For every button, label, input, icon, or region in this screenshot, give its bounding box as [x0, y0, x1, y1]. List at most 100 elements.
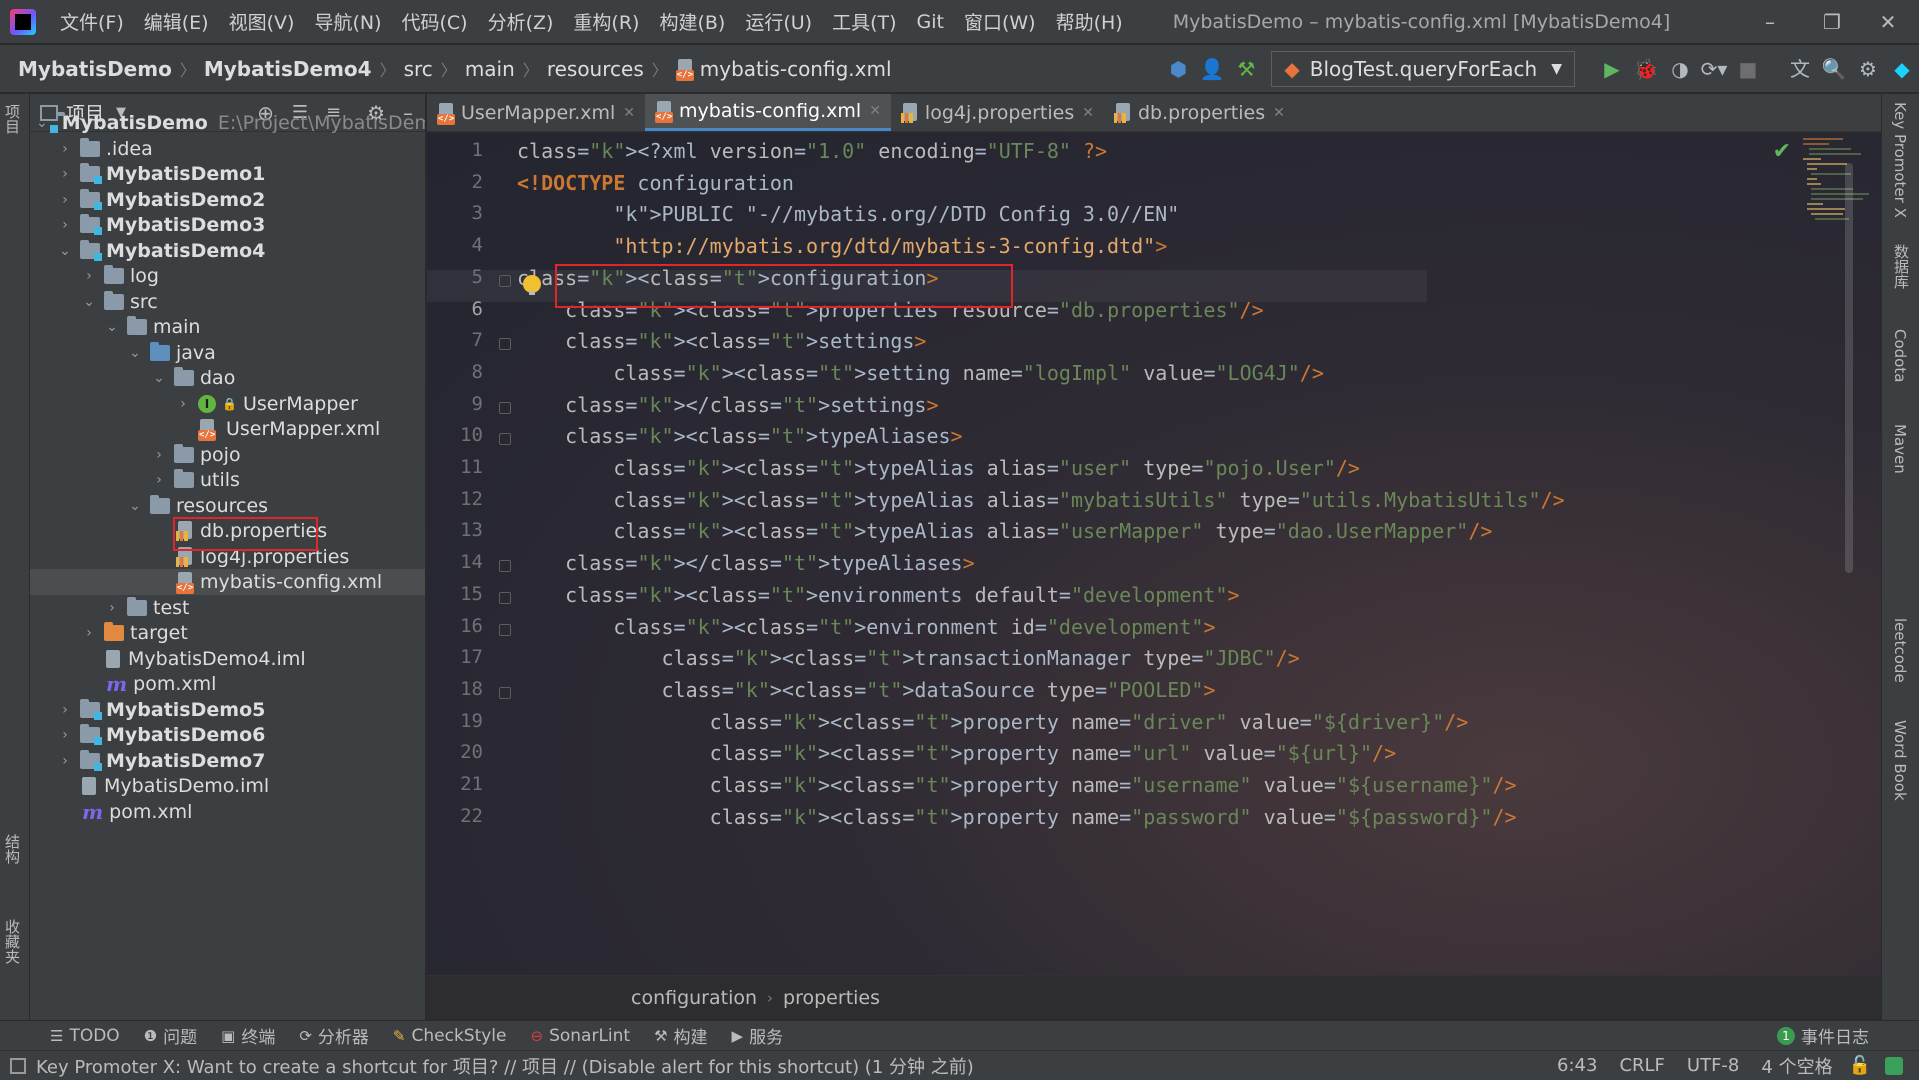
menu-code[interactable]: 代码(C)	[391, 8, 477, 35]
tree-item-test[interactable]: › test	[30, 595, 425, 621]
nav-crumb-project[interactable]: MybatisDemo	[18, 57, 172, 81]
tree-item-mybatisdemo6[interactable]: › MybatisDemo6	[30, 722, 425, 748]
nav-crumb-main[interactable]: main	[465, 57, 515, 81]
tree-item-mybatisdemo4[interactable]: ⌄ MybatisDemo4	[30, 238, 425, 264]
chevron-right-icon[interactable]: ›	[58, 727, 72, 743]
tree-item-db-properties[interactable]: db.properties	[30, 518, 425, 544]
chevron-down-icon[interactable]: ⌄	[105, 319, 119, 335]
chevron-down-icon[interactable]: ⌄	[82, 294, 96, 310]
chevron-down-icon[interactable]: ⌄	[152, 370, 166, 386]
fold-marker-icon[interactable]	[499, 591, 511, 604]
chevron-right-icon[interactable]: ›	[82, 625, 96, 641]
tab-mybatis-config-xml[interactable]: mybatis-config.xml ✕	[645, 94, 891, 131]
fold-marker-icon[interactable]	[499, 560, 511, 573]
menu-view[interactable]: 视图(V)	[219, 8, 305, 35]
project-tool-window-button[interactable]: 项目	[2, 104, 23, 134]
line-separator[interactable]: CRLF	[1619, 1055, 1664, 1076]
tree-item-dao[interactable]: ⌄ dao	[30, 365, 425, 391]
checkstyle-button[interactable]: ✎ CheckStyle	[393, 1026, 507, 1046]
tree-item-log4j-properties[interactable]: log4j.properties	[30, 544, 425, 570]
chevron-right-icon[interactable]: ›	[152, 472, 166, 488]
tree-item-project-root[interactable]: ⌄ MybatisDemo E:\Project\MybatisDemo	[30, 110, 425, 136]
menu-edit[interactable]: 编辑(E)	[134, 8, 219, 35]
close-icon[interactable]: ✕	[1273, 105, 1285, 121]
tree-item-mybatisdemo5[interactable]: › MybatisDemo5	[30, 697, 425, 723]
breadcrumb-configuration[interactable]: configuration	[631, 987, 757, 1009]
tree-item-pom-xml-module[interactable]: m pom.xml	[30, 671, 425, 697]
menu-help[interactable]: 帮助(H)	[1046, 8, 1133, 35]
codota-button[interactable]: Codota	[1891, 329, 1909, 382]
sonarlint-button[interactable]: ⊖ SonarLint	[531, 1026, 631, 1046]
close-window-icon[interactable]: ✕	[1870, 6, 1906, 38]
fold-marker-icon[interactable]	[499, 401, 511, 414]
menu-tools[interactable]: 工具(T)	[822, 8, 906, 35]
tree-item-mybatisdemo4-iml[interactable]: MybatisDemo4.iml	[30, 646, 425, 672]
close-icon[interactable]: ✕	[869, 103, 881, 119]
database-button[interactable]: 数据库	[1891, 244, 1912, 289]
close-icon[interactable]: ✕	[1082, 105, 1094, 121]
jetbrains-toolbox-icon[interactable]: ◆	[1885, 52, 1919, 86]
settings-gear-icon[interactable]: ⚙	[1851, 52, 1885, 86]
tree-item-src[interactable]: ⌄ src	[30, 289, 425, 315]
tree-item-idea[interactable]: › .idea	[30, 136, 425, 162]
tree-item-mybatisdemo-iml[interactable]: MybatisDemo.iml	[30, 773, 425, 799]
chevron-right-icon[interactable]: ›	[82, 268, 96, 284]
chevron-right-icon[interactable]: ›	[58, 753, 72, 769]
build-button[interactable]: ⚒ 构建	[654, 1023, 707, 1049]
indent-setting[interactable]: 4 个空格	[1761, 1053, 1832, 1079]
chevron-right-icon[interactable]: ›	[176, 396, 190, 412]
tree-item-mybatisdemo7[interactable]: › MybatisDemo7	[30, 748, 425, 774]
tree-item-mybatisdemo1[interactable]: › MybatisDemo1	[30, 161, 425, 187]
tab-db-properties[interactable]: db.properties ✕	[1104, 94, 1295, 131]
tab-usermapper-xml[interactable]: UserMapper.xml ✕	[427, 94, 645, 131]
word-book-button[interactable]: Word Book	[1891, 720, 1909, 801]
services-button[interactable]: ▶ 服务	[732, 1023, 784, 1049]
chevron-right-icon[interactable]: ›	[105, 600, 119, 616]
run-icon[interactable]: ▶	[1595, 52, 1629, 86]
problems-button[interactable]: ❶ 问题	[144, 1023, 197, 1049]
fold-marker-icon[interactable]	[499, 623, 511, 636]
translate-icon[interactable]: 文	[1783, 52, 1817, 86]
inspection-ok-icon[interactable]: ✔	[1773, 139, 1791, 164]
lock-icon[interactable]: 🔓	[1849, 1055, 1871, 1076]
event-log-button[interactable]: 1 事件日志	[1777, 1023, 1869, 1048]
toggle-tool-windows-icon[interactable]	[10, 1057, 26, 1074]
chevron-right-icon[interactable]: ›	[58, 702, 72, 718]
key-promoter-x-button[interactable]: Key Promoter X	[1891, 102, 1909, 218]
editor-scrollbar[interactable]	[1845, 163, 1853, 573]
chevron-right-icon[interactable]: ›	[58, 192, 72, 208]
tree-item-usermapper-xml[interactable]: UserMapper.xml	[30, 416, 425, 442]
status-message[interactable]: Key Promoter X: Want to create a shortcu…	[36, 1053, 974, 1079]
coverage-icon[interactable]: ◑	[1663, 52, 1697, 86]
chevron-down-icon[interactable]: ⌄	[58, 243, 72, 259]
todo-button[interactable]: ☰ TODO	[50, 1026, 120, 1046]
nav-crumb-file[interactable]: mybatis-config.xml	[700, 57, 892, 81]
chevron-down-icon[interactable]: ⌄	[128, 345, 142, 361]
codota-status-icon[interactable]	[1885, 1056, 1903, 1075]
menu-analyze[interactable]: 分析(Z)	[478, 8, 564, 35]
debug-icon[interactable]: 🐞	[1629, 52, 1663, 86]
profiler-button[interactable]: ⟳ 分析器	[299, 1023, 369, 1049]
tree-item-target[interactable]: › target	[30, 620, 425, 646]
tree-item-utils[interactable]: › utils	[30, 467, 425, 493]
tree-item-pojo[interactable]: › pojo	[30, 442, 425, 468]
chevron-right-icon[interactable]: ›	[58, 166, 72, 182]
fold-marker-icon[interactable]	[499, 686, 511, 699]
tree-item-mybatis-config-xml[interactable]: mybatis-config.xml	[30, 569, 425, 595]
tree-item-mybatisdemo2[interactable]: › MybatisDemo2	[30, 187, 425, 213]
tab-log4j-properties[interactable]: log4j.properties ✕	[891, 94, 1104, 131]
menu-window[interactable]: 窗口(W)	[954, 8, 1046, 35]
build-hammer-icon[interactable]: ⚒	[1229, 52, 1263, 86]
search-icon[interactable]: 🔍	[1817, 52, 1851, 86]
caret-position[interactable]: 6:43	[1557, 1055, 1597, 1076]
fold-marker-icon[interactable]	[499, 338, 511, 351]
stop-icon[interactable]: ■	[1731, 52, 1765, 86]
minimize-icon[interactable]: –	[1752, 6, 1788, 38]
tree-item-java[interactable]: ⌄ java	[30, 340, 425, 366]
chevron-right-icon[interactable]: ›	[58, 141, 72, 157]
tree-item-log[interactable]: › log	[30, 263, 425, 289]
structure-tool-window-button[interactable]: 结构	[2, 834, 23, 864]
menu-refactor[interactable]: 重构(R)	[563, 8, 649, 35]
nav-crumb-module[interactable]: MybatisDemo4	[204, 57, 372, 81]
maven-button[interactable]: Maven	[1891, 424, 1909, 474]
